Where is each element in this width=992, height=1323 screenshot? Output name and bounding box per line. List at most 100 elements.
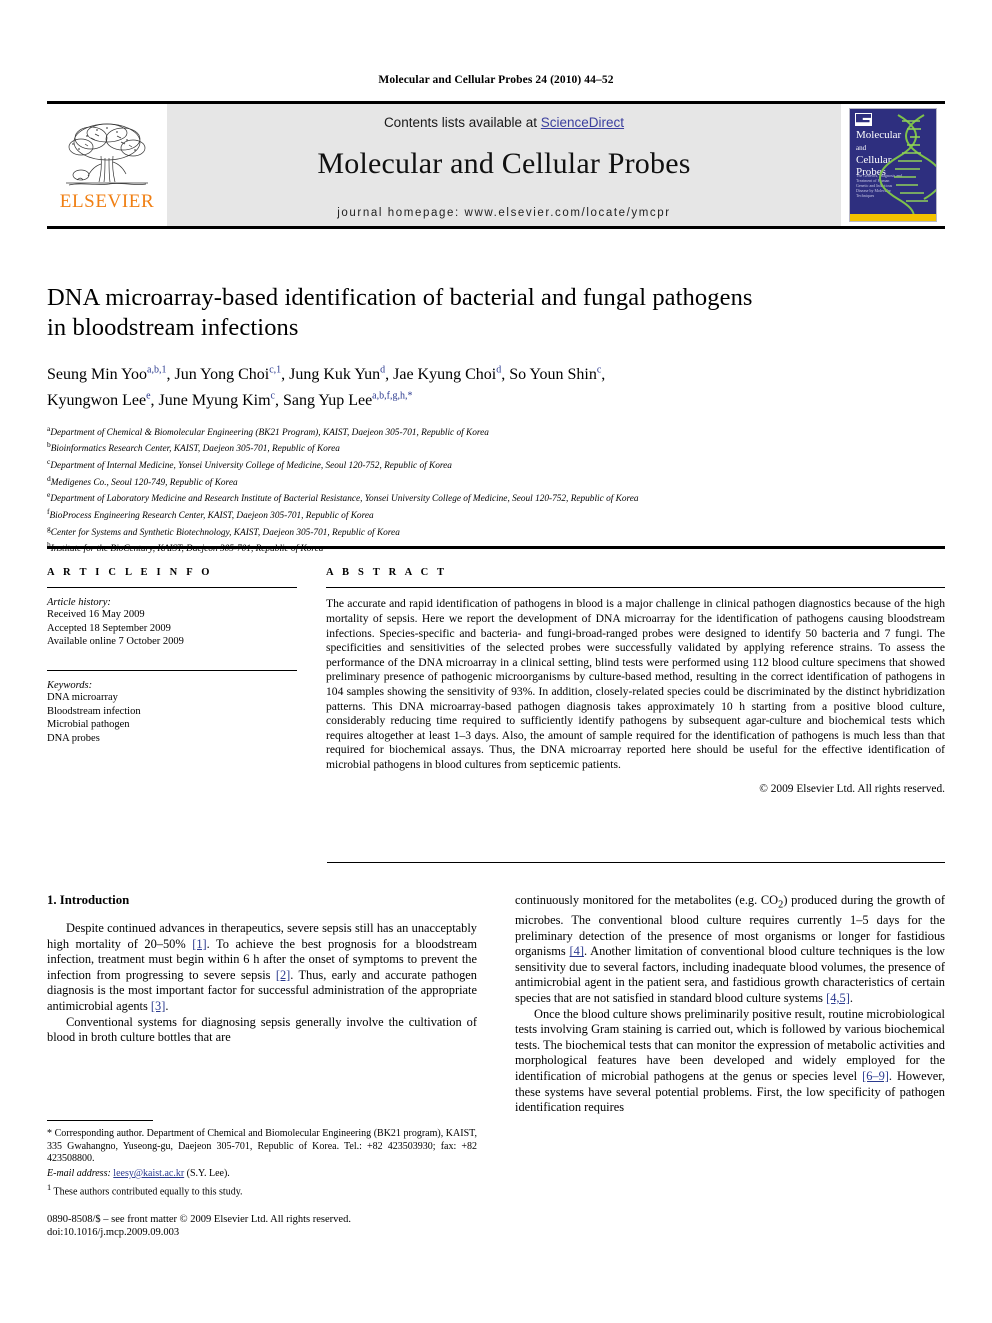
cover-bottom-bar xyxy=(850,214,936,221)
reference-citation[interactable]: [2] xyxy=(276,968,290,982)
reference-citation[interactable]: [4,5] xyxy=(826,991,850,1005)
author-affiliation-marker: c xyxy=(596,365,602,376)
text-run: Conventional systems for diagnosing seps… xyxy=(47,1014,477,1045)
title-block: DNA microarray-based identification of b… xyxy=(47,283,945,556)
affiliation-text: Bioinformatics Research Center, KAIST, D… xyxy=(50,444,340,455)
keyword-item: DNA probes xyxy=(47,732,100,744)
running-head: Molecular and Cellular Probes 24 (2010) … xyxy=(378,74,614,86)
body-paragraph: continuously monitored for the metabolit… xyxy=(515,893,945,1007)
journal-band: Contents lists available at ScienceDirec… xyxy=(167,104,841,226)
author-name: Jung Kuk Yun xyxy=(289,366,381,384)
article-history-label: Article history: xyxy=(47,597,111,609)
keyword-item: Microbial pathogen xyxy=(47,719,130,731)
email-note: E-mail address: leesy@kaist.ac.kr (S.Y. … xyxy=(47,1168,477,1181)
journal-title: Molecular and Cellular Probes xyxy=(317,147,691,180)
corresponding-author-note: * Corresponding author. Department of Ch… xyxy=(47,1128,477,1165)
body-paragraph: Despite continued advances in therapeuti… xyxy=(47,921,477,1015)
info-section-top-rule xyxy=(47,546,945,549)
email-link[interactable]: leesy@kaist.ac.kr xyxy=(113,1168,184,1179)
title-line-1: DNA microarray-based identification of b… xyxy=(47,284,753,311)
elsevier-wordmark: ELSEVIER xyxy=(59,190,155,212)
author-affiliation-marker: d xyxy=(496,365,502,376)
affiliation-text: Department of Laboratory Medicine and Re… xyxy=(50,494,639,505)
contents-prefix-text: Contents lists available at xyxy=(383,115,541,130)
author-affiliation-marker: c,1 xyxy=(269,365,282,376)
abstract-copyright: © 2009 Elsevier Ltd. All rights reserved… xyxy=(759,782,945,795)
article-info-heading: A R T I C L E I N F O xyxy=(47,567,213,578)
masthead-bottom-rule xyxy=(47,226,945,229)
author-affiliation-marker: d xyxy=(380,365,386,376)
keywords-label: Keywords: xyxy=(47,680,93,692)
affiliation-item: cDepartment of Internal Medicine, Yonsei… xyxy=(47,456,945,473)
author-name: So Youn Shin xyxy=(509,366,597,384)
body-paragraph: Conventional systems for diagnosing seps… xyxy=(47,1015,477,1046)
keyword-item: DNA microarray xyxy=(47,692,118,704)
body-paragraph: Once the blood culture shows preliminari… xyxy=(515,1007,945,1116)
abstract-text: The accurate and rapid identification of… xyxy=(326,597,945,771)
elsevier-logo: ELSEVIER xyxy=(47,104,167,226)
page-title: DNA microarray-based identification of b… xyxy=(47,283,945,343)
affiliation-item: fBioProcess Engineering Research Center,… xyxy=(47,506,945,523)
equal-contribution-text: These authors contributed equally to thi… xyxy=(53,1186,243,1198)
equal-contribution-marker: 1 xyxy=(47,1183,52,1193)
affiliation-item: dMedigenes Co., Seoul 120-749, Republic … xyxy=(47,473,945,490)
keyword-item: Bloodstream infection xyxy=(47,705,141,717)
body-column-right: continuously monitored for the metabolit… xyxy=(515,893,945,1116)
abstract-column: A B S T R A C T The accurate and rapid i… xyxy=(326,567,945,795)
reference-citation[interactable]: [4] xyxy=(570,944,584,958)
author-name: Jae Kyung Choi xyxy=(393,366,497,384)
footnote-rule xyxy=(47,1120,153,1121)
author-name: June Myung Kim xyxy=(158,391,271,409)
reference-citation[interactable]: [1] xyxy=(192,937,206,951)
article-info-column: A R T I C L E I N F O Article history: R… xyxy=(47,567,297,795)
author-line-2: Kyungwon Leee, June Myung Kimc, Sang Yup… xyxy=(47,390,413,409)
contents-available-line: Contents lists available at ScienceDirec… xyxy=(384,115,624,130)
author-name: Kyungwon Lee xyxy=(47,391,147,409)
journal-masthead: ELSEVIER Contents lists available at Sci… xyxy=(47,101,945,229)
affiliation-text: Medigenes Co., Seoul 120-749, Republic o… xyxy=(50,477,238,488)
email-label: E-mail address: xyxy=(47,1167,111,1179)
issn-line: 0890-8508/$ – see front matter © 2009 El… xyxy=(47,1214,351,1225)
author-list: Seung Min Yooa,b,1, Jun Yong Choic,1, Ju… xyxy=(47,360,945,411)
affiliation-item: aDepartment of Chemical & Biomolecular E… xyxy=(47,423,945,440)
affiliation-text: Department of Chemical & Biomolecular En… xyxy=(50,427,489,438)
author-name: Jun Yong Choi xyxy=(174,366,270,384)
text-run: continuously monitored for the metabolit… xyxy=(515,893,779,907)
affiliation-text: Department of Internal Medicine, Yonsei … xyxy=(50,461,452,472)
body-column-left: 1. Introduction Despite continued advanc… xyxy=(47,893,477,1116)
author-affiliation-marker: c xyxy=(270,390,275,402)
abstract-heading: A B S T R A C T xyxy=(326,567,448,578)
article-history-list: Received 16 May 2009 Accepted 18 Septembe… xyxy=(47,608,297,649)
affiliation-item: bBioinformatics Research Center, KAIST, … xyxy=(47,439,945,456)
journal-cover-image: Molecular and Cellular Probes The Geneti… xyxy=(849,108,937,222)
introduction-right-paragraphs: continuously monitored for the metabolit… xyxy=(515,893,945,1116)
text-run: . xyxy=(849,991,853,1006)
author-affiliation-marker: e xyxy=(146,390,151,402)
email-suffix: (S.Y. Lee). xyxy=(186,1167,230,1179)
article-info-rule xyxy=(47,587,297,589)
sciencedirect-link[interactable]: ScienceDirect xyxy=(541,115,624,130)
abstract-rule xyxy=(326,587,945,589)
affiliation-item: eDepartment of Laboratory Medicine and R… xyxy=(47,489,945,506)
abstract-bottom-rule xyxy=(327,862,945,864)
affiliation-item: gCenter for Systems and Synthetic Biotec… xyxy=(47,523,945,540)
author-line-1: Seung Min Yooa,b,1, Jun Yong Choic,1, Ju… xyxy=(47,365,606,384)
reference-citation[interactable]: [6–9] xyxy=(862,1069,889,1083)
text-run: . xyxy=(165,998,169,1013)
journal-cover-thumbnail[interactable]: Molecular and Cellular Probes The Geneti… xyxy=(841,104,945,226)
dna-helix-icon xyxy=(879,114,936,218)
affiliation-text: Center for Systems and Synthetic Biotech… xyxy=(50,527,400,538)
article-history-item: Received 16 May 2009 xyxy=(47,609,145,621)
author-name: Sang Yup Lee xyxy=(283,391,373,409)
doi-line[interactable]: doi:10.1016/j.mcp.2009.09.003 xyxy=(47,1226,547,1239)
footer-imprint: 0890-8508/$ – see front matter © 2009 El… xyxy=(47,1213,547,1239)
article-history-item: Accepted 18 September 2009 xyxy=(47,622,171,634)
affiliation-list: aDepartment of Chemical & Biomolecular E… xyxy=(47,423,945,557)
reference-citation[interactable]: [3] xyxy=(151,999,165,1013)
affiliation-text: BioProcess Engineering Research Center, … xyxy=(49,511,374,522)
elsevier-tree-icon xyxy=(66,123,148,185)
keywords-block: Keywords: DNA microarray Bloodstream infe… xyxy=(47,669,297,745)
author-affiliation-marker: a,b,f,g,h,* xyxy=(372,390,413,402)
journal-homepage-line[interactable]: journal homepage: www.elsevier.com/locat… xyxy=(337,207,670,219)
body-columns: 1. Introduction Despite continued advanc… xyxy=(47,893,945,1116)
